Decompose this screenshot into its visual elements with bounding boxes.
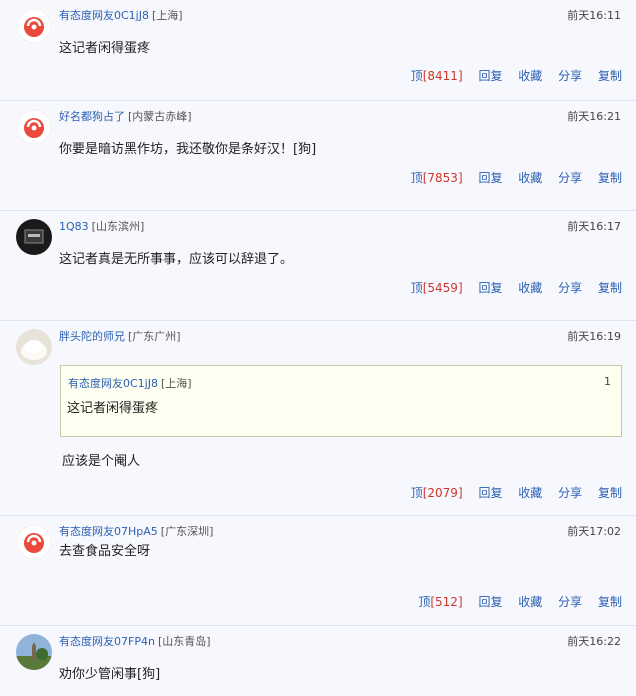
username-link[interactable]: 1Q83	[59, 220, 89, 233]
upvote-label: 顶	[410, 171, 423, 185]
favorite-button[interactable]: 收藏	[518, 281, 542, 295]
comment-time: 前天16:11	[567, 9, 621, 22]
user-location: [广东深圳]	[160, 525, 214, 538]
user-location: [上海]	[151, 9, 183, 22]
comment-time: 前天16:17	[567, 220, 621, 233]
reply-button[interactable]: 回复	[478, 486, 502, 500]
comment-text: 应该是个阉人	[62, 454, 141, 469]
vote-count: [8411]	[422, 69, 463, 83]
quoted-comment: 有态度网友0C1jJ8 [上海] 1 这记者闲得蛋疼	[60, 365, 622, 437]
vote-number: 512	[435, 595, 458, 609]
avatar[interactable]	[16, 8, 52, 44]
copy-button[interactable]: 复制	[598, 595, 622, 609]
share-button[interactable]: 分享	[558, 486, 582, 500]
quote-location: [上海]	[160, 377, 192, 390]
quote-meta: 有态度网友0C1jJ8 [上海]	[68, 375, 192, 391]
reply-button[interactable]: 回复	[478, 281, 502, 295]
share-button[interactable]: 分享	[558, 171, 582, 185]
vote-count: [512]	[430, 595, 463, 609]
avatar[interactable]	[16, 634, 52, 670]
upvote-label: 顶	[410, 281, 423, 295]
comment-item: 胖头陀的师兄 [广东广州] 前天16:19 有态度网友0C1jJ8 [上海] 1 这…	[0, 321, 636, 516]
username-link[interactable]: 胖头陀的师兄	[59, 330, 125, 343]
comment-text: 这记者闲得蛋疼	[59, 41, 151, 56]
comment-actions: 顶[512] 回复 收藏 分享 复制	[418, 593, 622, 610]
user-location: [内蒙古赤峰]	[128, 110, 192, 123]
upvote-button[interactable]: 顶[8411]	[411, 69, 463, 83]
avatar[interactable]	[16, 524, 52, 560]
upvote-label: 顶	[410, 486, 423, 500]
comment-text: 你要是暗访黑作坊，我还敬你是条好汉！[狗]	[59, 142, 317, 157]
vote-count: [2079]	[422, 486, 463, 500]
comment-text: 劝你少管闲事[狗]	[59, 667, 161, 682]
favorite-button[interactable]: 收藏	[518, 69, 542, 83]
avatar[interactable]	[16, 329, 52, 365]
comment-actions: 顶[8411] 回复 收藏 分享 复制	[411, 67, 622, 84]
username-link[interactable]: 有态度网友07FP4n	[59, 635, 155, 648]
username-link[interactable]: 有态度网友0C1jJ8	[59, 9, 149, 22]
comment-actions: 顶[5459] 回复 收藏 分享 复制	[411, 279, 622, 296]
comment-item: 有态度网友0C1jJ8 [上海] 前天16:11 这记者闲得蛋疼 顶[8411] …	[0, 0, 636, 101]
reply-button[interactable]: 回复	[478, 595, 502, 609]
copy-button[interactable]: 复制	[598, 69, 622, 83]
comment-item: 有态度网友07FP4n [山东青岛] 前天16:22 劝你少管闲事[狗]	[0, 626, 636, 696]
avatar[interactable]	[16, 109, 52, 145]
comment-time: 前天16:21	[567, 110, 621, 123]
vote-count: [7853]	[422, 171, 463, 185]
comment-time: 前天16:22	[567, 635, 621, 648]
comment-text: 去查食品安全呀	[59, 544, 151, 559]
upvote-label: 顶	[418, 595, 431, 609]
comment-time: 前天16:19	[567, 330, 621, 343]
vote-number: 7853	[427, 171, 458, 185]
reply-button[interactable]: 回复	[478, 69, 502, 83]
quote-text: 这记者闲得蛋疼	[67, 401, 159, 416]
comment-meta: 有态度网友07FP4n [山东青岛]	[59, 633, 211, 649]
favorite-button[interactable]: 收藏	[518, 486, 542, 500]
vote-number: 5459	[427, 281, 458, 295]
copy-button[interactable]: 复制	[598, 281, 622, 295]
comment-meta: 有态度网友07HpA5 [广东深圳]	[59, 523, 213, 539]
comment-meta: 1Q83 [山东滨州]	[59, 218, 144, 234]
share-button[interactable]: 分享	[558, 281, 582, 295]
copy-button[interactable]: 复制	[598, 171, 622, 185]
comment-item: 好名都狗占了 [内蒙古赤峰] 前天16:21 你要是暗访黑作坊，我还敬你是条好汉！…	[0, 101, 636, 211]
vote-number: 8411	[427, 69, 458, 83]
vote-count: [5459]	[422, 281, 463, 295]
comment-meta: 胖头陀的师兄 [广东广州]	[59, 328, 181, 344]
upvote-button[interactable]: 顶[2079]	[411, 486, 463, 500]
avatar[interactable]	[16, 219, 52, 255]
user-location: [广东广州]	[128, 330, 181, 343]
username-link[interactable]: 好名都狗占了	[59, 110, 125, 123]
comment-meta: 好名都狗占了 [内蒙古赤峰]	[59, 108, 192, 124]
comment-text: 这记者真是无所事事，应该可以辞退了。	[59, 252, 294, 267]
reply-button[interactable]: 回复	[478, 171, 502, 185]
comment-actions: 顶[2079] 回复 收藏 分享 复制	[411, 484, 622, 501]
quote-floor-number: 1	[604, 375, 611, 388]
username-link[interactable]: 有态度网友07HpA5	[59, 525, 158, 538]
favorite-button[interactable]: 收藏	[518, 595, 542, 609]
comment-time: 前天17:02	[567, 525, 621, 538]
share-button[interactable]: 分享	[558, 595, 582, 609]
upvote-button[interactable]: 顶[512]	[418, 595, 462, 609]
comment-meta: 有态度网友0C1jJ8 [上海]	[59, 7, 183, 23]
quote-username-link[interactable]: 有态度网友0C1jJ8	[68, 377, 158, 390]
upvote-button[interactable]: 顶[7853]	[411, 171, 463, 185]
upvote-button[interactable]: 顶[5459]	[411, 281, 463, 295]
favorite-button[interactable]: 收藏	[518, 171, 542, 185]
user-location: [山东滨州]	[91, 220, 145, 233]
user-location: [山东青岛]	[157, 635, 211, 648]
copy-button[interactable]: 复制	[598, 486, 622, 500]
share-button[interactable]: 分享	[558, 69, 582, 83]
comment-item: 1Q83 [山东滨州] 前天16:17 这记者真是无所事事，应该可以辞退了。 顶[…	[0, 211, 636, 321]
comment-actions: 顶[7853] 回复 收藏 分享 复制	[411, 169, 622, 186]
comment-item: 有态度网友07HpA5 [广东深圳] 前天17:02 去查食品安全呀 顶[512]…	[0, 516, 636, 626]
upvote-label: 顶	[410, 69, 423, 83]
vote-number: 2079	[427, 486, 458, 500]
